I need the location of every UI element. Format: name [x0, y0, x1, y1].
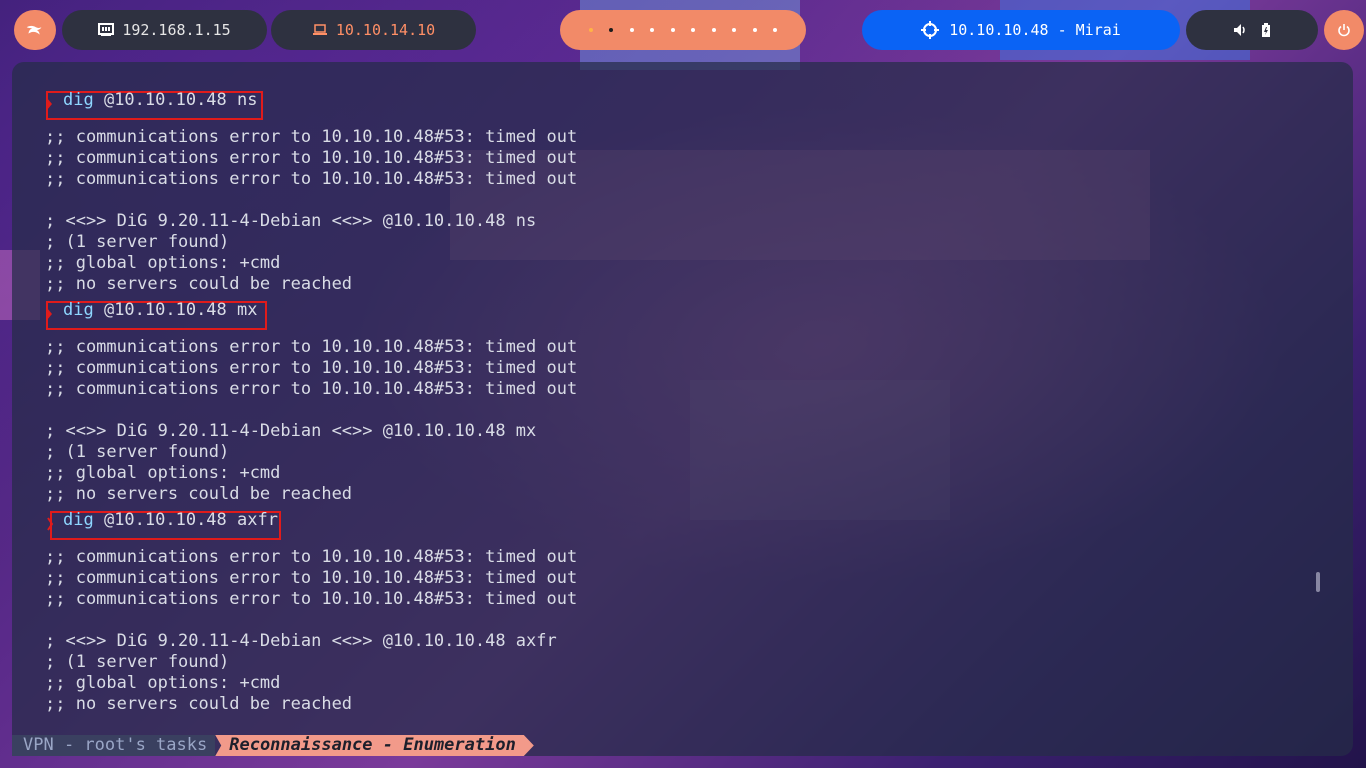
terminal-scrollbar[interactable] — [1316, 572, 1320, 592]
output-line: ;; communications error to 10.10.10.48#5… — [45, 568, 578, 588]
prompt-chevron-icon — [47, 517, 53, 531]
output-line: ; (1 server found) — [45, 232, 230, 252]
target-indicator[interactable]: 10.10.10.48 - Mirai — [862, 10, 1180, 50]
output-line: ;; communications error to 10.10.10.48#5… — [45, 589, 578, 609]
workspace-dot[interactable] — [732, 28, 737, 32]
status-session: VPN - root's tasks — [12, 735, 216, 756]
local-ip-text: 192.168.1.15 — [122, 21, 231, 39]
workspace-dot[interactable] — [691, 28, 696, 32]
output-line: ; <<>> DiG 9.20.11-4-Debian <<>> @10.10.… — [45, 211, 537, 231]
laptop-icon — [312, 24, 327, 35]
workspace-dot[interactable] — [711, 28, 716, 32]
command-args: @10.10.10.48 mx — [93, 300, 258, 320]
output-line: ;; global options: +cmd — [45, 253, 281, 273]
tmux-status-bar: VPN - root's tasks Reconnaissance - Enum… — [12, 735, 534, 756]
target-text: 10.10.10.48 - Mirai — [949, 21, 1121, 39]
power-icon — [1338, 24, 1350, 37]
vpn-ip-indicator[interactable]: 10.10.14.10 — [271, 10, 476, 50]
workspace-dot[interactable] — [629, 28, 634, 32]
output-line: ;; communications error to 10.10.10.48#5… — [45, 127, 578, 147]
workspace-dot[interactable] — [588, 28, 593, 32]
output-line: ;; global options: +cmd — [45, 673, 281, 693]
speaker-icon[interactable] — [1234, 24, 1248, 36]
output-line: ;; no servers could be reached — [45, 484, 353, 504]
workspace-dot[interactable] — [650, 28, 655, 32]
command-text: dig @10.10.10.48 mx — [63, 300, 257, 321]
top-bar: 192.168.1.15 10.10.14.10 10.10.10.48 - M… — [0, 10, 1366, 50]
command-name: dig — [63, 510, 94, 530]
command-name: dig — [63, 300, 94, 320]
workspace-dot[interactable] — [773, 28, 778, 32]
command-text: dig @10.10.10.48 ns — [63, 90, 257, 111]
kali-menu-button[interactable] — [14, 10, 56, 50]
workspace-dot[interactable] — [670, 28, 675, 32]
output-line: ; (1 server found) — [45, 652, 230, 672]
workspace-dot[interactable] — [609, 28, 614, 32]
output-line: ;; communications error to 10.10.10.48#5… — [45, 547, 578, 567]
output-line: ;; communications error to 10.10.10.48#5… — [45, 358, 578, 378]
output-line: ;; communications error to 10.10.10.48#5… — [45, 169, 578, 189]
network-card-icon — [98, 23, 115, 36]
terminal-window[interactable]: dig @10.10.10.48 ns ;; communications err… — [12, 62, 1353, 756]
command-args: @10.10.10.48 ns — [93, 90, 258, 110]
prompt-line: dig @10.10.10.48 axfr — [45, 510, 1245, 547]
system-tray[interactable] — [1186, 10, 1318, 50]
prompt-line: dig @10.10.10.48 ns — [45, 90, 1245, 127]
local-ip-indicator[interactable]: 192.168.1.15 — [62, 10, 267, 50]
output-line: ;; no servers could be reached — [45, 274, 353, 294]
output-line: ;; no servers could be reached — [45, 694, 353, 714]
output-line: ;; communications error to 10.10.10.48#5… — [45, 337, 578, 357]
battery-charging-icon[interactable] — [1262, 23, 1270, 37]
prompt-chevron-icon — [47, 308, 52, 320]
kali-dragon-icon — [26, 25, 42, 35]
output-line: ;; global options: +cmd — [45, 463, 281, 483]
status-window-title: Reconnaissance - Enumeration — [215, 735, 534, 756]
output-line: ;; communications error to 10.10.10.48#5… — [45, 148, 578, 168]
vpn-ip-text: 10.10.14.10 — [335, 21, 436, 39]
output-line: ; <<>> DiG 9.20.11-4-Debian <<>> @10.10.… — [45, 421, 537, 441]
terminal-output: dig @10.10.10.48 ns ;; communications err… — [45, 90, 1245, 715]
prompt-chevron-icon — [47, 98, 52, 110]
workspace-switcher[interactable] — [560, 10, 806, 50]
output-line: ; (1 server found) — [45, 442, 230, 462]
output-line: ;; communications error to 10.10.10.48#5… — [45, 379, 578, 399]
workspace-dot[interactable] — [752, 28, 757, 32]
command-name: dig — [63, 90, 94, 110]
prompt-line: dig @10.10.10.48 mx — [45, 300, 1245, 337]
crosshair-icon — [921, 21, 940, 39]
output-line: ; <<>> DiG 9.20.11-4-Debian <<>> @10.10.… — [45, 631, 557, 651]
command-args: @10.10.10.48 axfr — [93, 510, 278, 530]
power-button[interactable] — [1324, 10, 1364, 50]
command-text: dig @10.10.10.48 axfr — [63, 510, 278, 531]
